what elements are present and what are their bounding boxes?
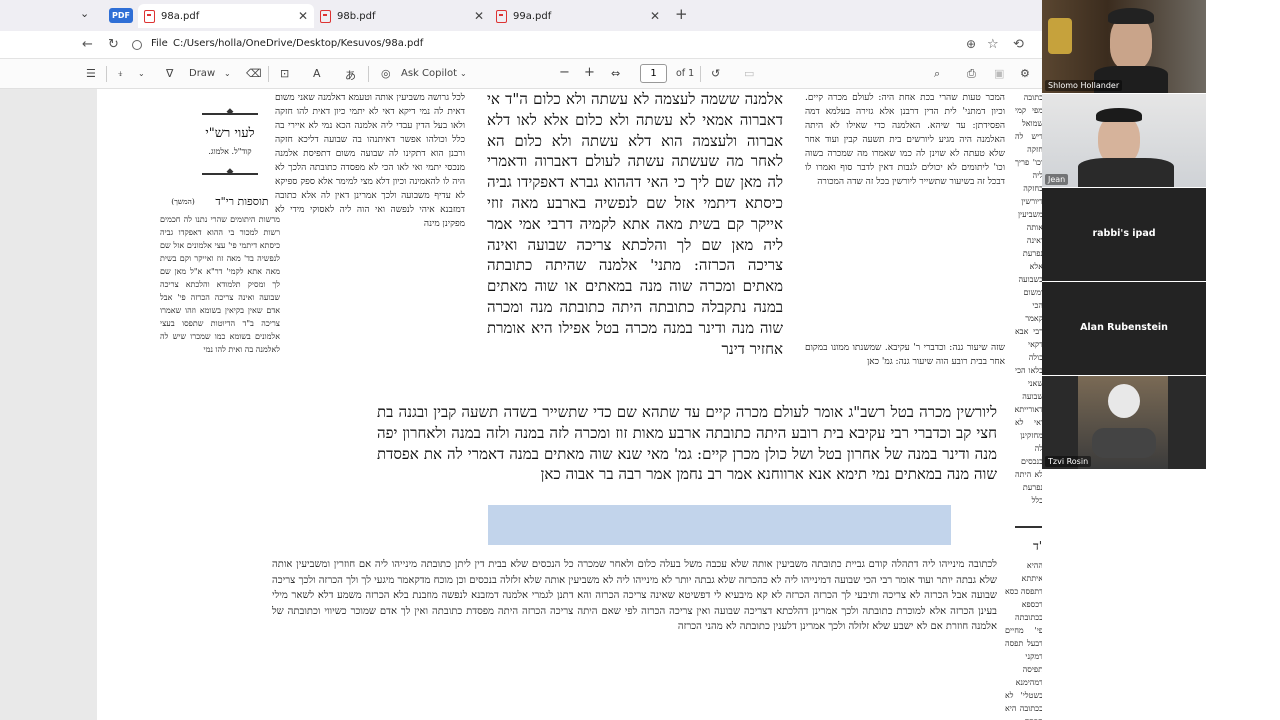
close-tab-icon[interactable]: ✕ (298, 9, 308, 23)
pdf-file-icon (496, 9, 507, 23)
text-box-icon[interactable]: ⊡ (280, 67, 289, 80)
pdf-toolbar: ☰ ⍖ ⌄ ∇ Draw ⌄ ⌫ ⊡ A あ ◎ Ask Copilot ⌄ −… (0, 59, 1042, 89)
tab-label: 99a.pdf (513, 10, 552, 22)
zoom-page-icon[interactable]: ⊕ (966, 37, 976, 51)
eraser-icon[interactable]: ⌫ (246, 67, 262, 80)
participant-tile[interactable]: Shlomo Hollander (1042, 0, 1206, 93)
zoom-out-button[interactable]: − (559, 65, 570, 80)
tosafos-rid-right-text: ההיא איתתא דתפסה כסא דכספא בכתובתה פי' מ… (1005, 561, 1042, 720)
gemara-text-continued: ליורשין מכרה בטל רשב"ג אומר לעולם מכרה ק… (377, 403, 997, 484)
toolbar-separator (106, 66, 107, 82)
participant-name: Tzvi Rosin (1045, 456, 1092, 467)
toolbar-separator (268, 66, 269, 82)
motorcycle-shape (1092, 428, 1156, 458)
highlight-icon[interactable]: ⍖ (117, 67, 124, 81)
participant-name: Jean (1045, 174, 1069, 185)
back-arrow-icon[interactable]: ← (82, 37, 93, 52)
pdf-page: לעוי רש"י קוד"ל. אלמוג. תוספות רי"ד (המש… (97, 89, 1042, 720)
tab-98b[interactable]: 98b.pdf ✕ (314, 4, 490, 28)
participant-tile[interactable]: Jean (1042, 94, 1206, 187)
tosafos-rid-left-text: מרשות היתומים שהרי נתנו לה חכמים רשות למ… (160, 215, 280, 354)
tab-list-chevron-icon[interactable]: ⌄ (80, 7, 89, 20)
participant-face (1108, 384, 1140, 418)
zoom-in-button[interactable]: + (584, 65, 595, 80)
pdf-file-icon (144, 9, 155, 23)
ask-copilot-button[interactable]: Ask Copilot (401, 68, 457, 79)
new-tab-button[interactable]: + (675, 5, 688, 23)
gemara-text: אלמנה ששמה לעצמה לא עשתה ולא כלום ה"ד אי… (487, 90, 783, 358)
pdf-file-icon (320, 9, 331, 23)
favorite-star-icon[interactable]: ☆ (987, 37, 999, 52)
pdf-document-area: לעוי רש"י קוד"ל. אלמוג. תוספות רי"ד (המש… (0, 89, 1042, 720)
print-icon[interactable]: ⎙ (967, 67, 976, 81)
tab-99a[interactable]: 99a.pdf ✕ (490, 4, 666, 28)
page-view-icon[interactable]: ▭ (744, 67, 754, 80)
tab-label: 98a.pdf (161, 10, 200, 22)
commentary-column-end: שזה שיעור גנה: וכדברי ר' עקיבא. שמשנתו מ… (805, 343, 1005, 367)
tosafos-rid-heading: תוספות רי"ד (215, 195, 269, 208)
search-icon[interactable]: ⌕ (934, 67, 940, 81)
participant-kippah (1108, 8, 1154, 24)
close-tab-icon[interactable]: ✕ (474, 9, 484, 23)
site-info-icon[interactable] (132, 40, 142, 50)
draw-button[interactable]: Draw (189, 68, 215, 79)
save-icon[interactable]: ▣ (994, 67, 1004, 80)
page-total-label: of 1 (676, 68, 695, 79)
toolbar-separator (368, 66, 369, 82)
copilot-icon[interactable]: ◎ (381, 67, 391, 80)
ornament-divider (202, 173, 258, 175)
address-bar: ← ↻ File C:/Users/holla/OneDrive/Desktop… (0, 31, 1042, 59)
participant-tile[interactable]: Alan Rubenstein (1042, 282, 1206, 375)
participant-shoulders (1078, 158, 1174, 187)
crown-decoration (1048, 18, 1072, 54)
tosafos-bottom-text: לכתובה מינייהו ליה דתהלה קודם גביית כתוב… (272, 559, 997, 633)
laaz-rashi-heading: לעוי רש"י (205, 126, 255, 141)
chevron-down-icon[interactable]: ⌄ (460, 69, 467, 78)
page-number-input[interactable] (640, 64, 667, 83)
laaz-rashi-sub: קוד"ל. אלמוג. (208, 147, 252, 156)
chevron-down-icon[interactable]: ⌄ (224, 69, 231, 78)
more-tools-icon[interactable]: ⚙ (1020, 67, 1030, 80)
read-aloud-icon[interactable]: A (313, 67, 321, 80)
toolbar-separator (700, 66, 701, 82)
participant-tile[interactable]: rabbi's ipad (1042, 188, 1206, 281)
contents-list-icon[interactable]: ☰ (86, 67, 96, 80)
draw-icon[interactable]: ∇ (166, 67, 173, 80)
participant-name: Alan Rubenstein (1080, 322, 1168, 333)
participant-kippah (1096, 108, 1142, 122)
close-tab-icon[interactable]: ✕ (650, 9, 660, 23)
pdf-badge: PDF (109, 8, 133, 23)
chevron-down-icon[interactable]: ⌄ (138, 69, 145, 78)
tosafos-rid-right-heading: תוספות רי"ד (1032, 539, 1042, 553)
panel-gutter (1206, 0, 1280, 720)
rotate-icon[interactable]: ↺ (711, 67, 720, 80)
address-protocol-label: File (151, 38, 168, 49)
extensions-icon[interactable]: ⟲ (1013, 37, 1024, 52)
ornament-divider (1015, 526, 1042, 528)
tab-label: 98b.pdf (337, 10, 376, 22)
ornament-divider (202, 113, 258, 115)
participant-name: rabbi's ipad (1092, 228, 1156, 239)
participant-name: Shlomo Hollander (1045, 80, 1123, 91)
translate-icon[interactable]: あ (345, 67, 356, 83)
tab-98a[interactable]: 98a.pdf ✕ (138, 4, 314, 28)
far-right-column: כתובה מפי קמי שמואל דיש לה חזקה וכו' פרי… (1015, 93, 1042, 505)
refresh-icon[interactable]: ↻ (108, 37, 119, 52)
video-call-panel: Shlomo Hollander Jean rabbi's ipad Alan … (1042, 0, 1280, 720)
browser-tab-bar: ⌄ PDF 98a.pdf ✕ 98b.pdf ✕ 99a.pdf ✕ + (0, 0, 1042, 31)
tosafos-rid-sub: (המשך) (171, 197, 195, 206)
address-input[interactable]: C:/Users/holla/OneDrive/Desktop/Kesuvos/… (173, 38, 423, 49)
fit-page-icon[interactable]: ⇔ (611, 67, 620, 80)
participant-tile[interactable]: Tzvi Rosin (1042, 376, 1206, 469)
